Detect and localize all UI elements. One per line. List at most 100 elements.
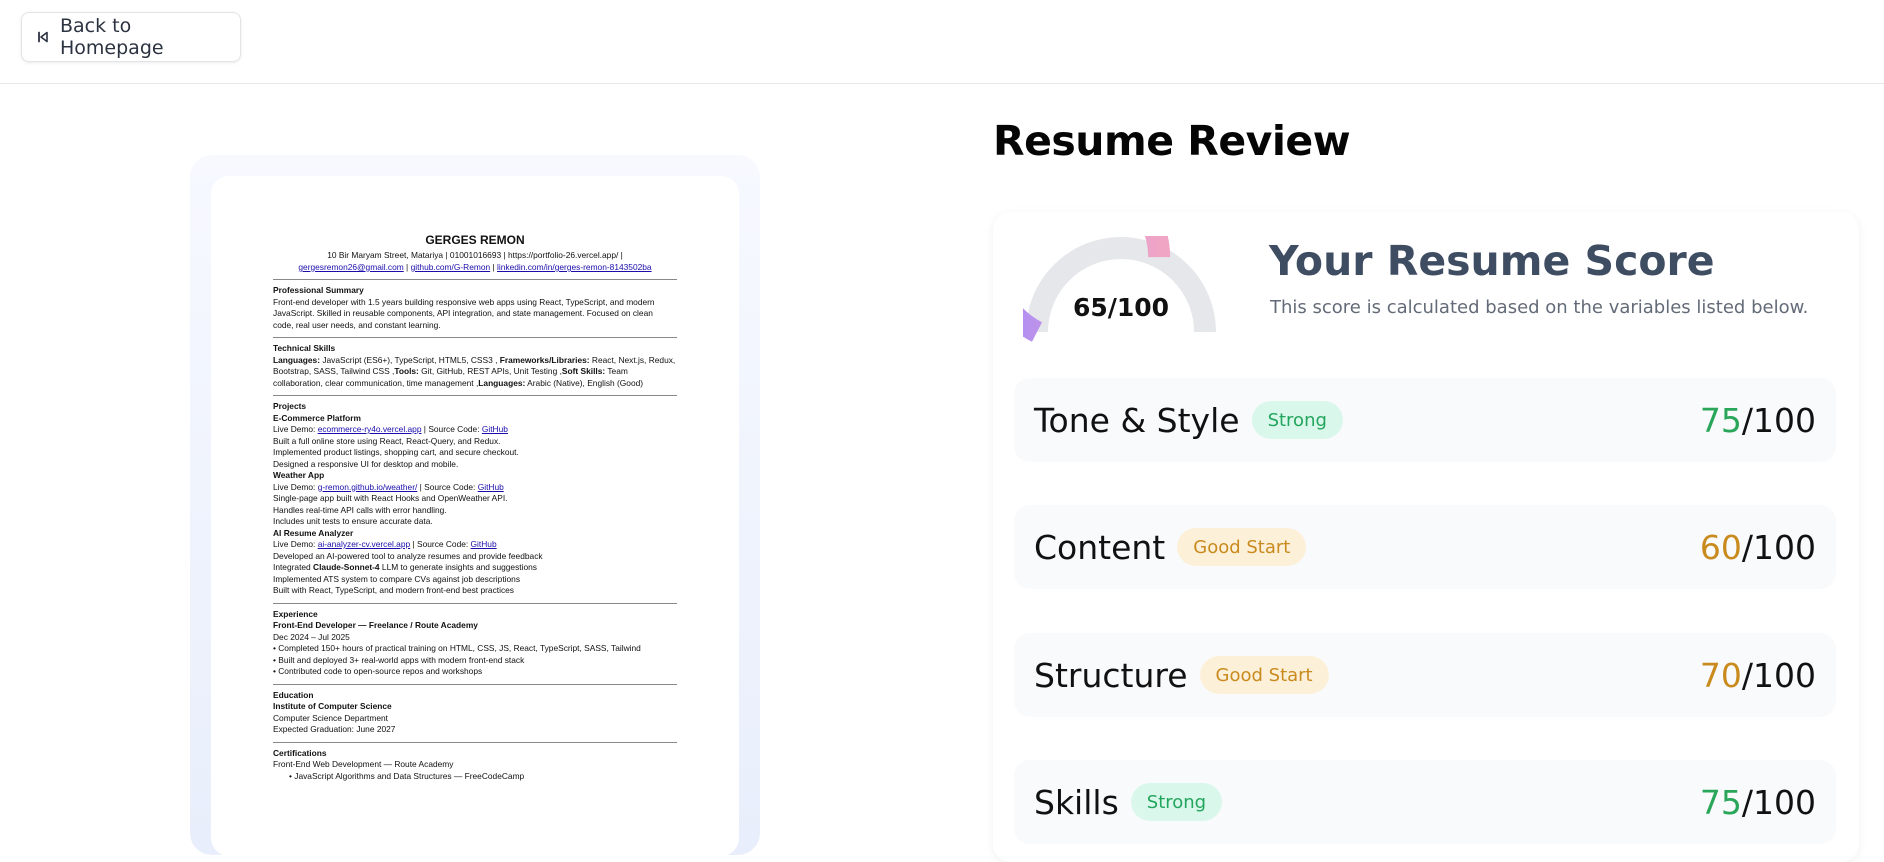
category-score-max: /100	[1741, 655, 1816, 695]
source-prefix: | Source Code:	[410, 539, 471, 549]
category-score-max: /100	[1741, 400, 1816, 440]
skills-text: React, Next.js, Redux,	[589, 354, 676, 365]
project-title: AI Resume Analyzer	[273, 527, 354, 538]
score-card: 65/100 Your Resume Score This score is c…	[980, 162, 1859, 862]
review-panel: Resume Review 65/100 Your Resume Score T…	[980, 85, 1884, 862]
category-score-value: 60	[1699, 527, 1742, 567]
skills-heading: Technical Skills	[273, 343, 336, 353]
resume-name: GERGES REMON	[425, 233, 525, 247]
experience-dates: Dec 2024 – Jul 2025	[273, 631, 350, 642]
project-title: E-Commerce Platform	[273, 412, 361, 423]
demo-prefix: Live Demo:	[273, 539, 318, 549]
back-button-label: Back to Homepage	[60, 15, 164, 59]
score-value: 65/100	[1072, 293, 1170, 322]
project-demo-link[interactable]: ecommerce-ry4o.vercel.app	[318, 424, 422, 434]
certification-bullet: • JavaScript Algorithms and Data Structu…	[289, 770, 525, 781]
category-score: 75/100	[1700, 401, 1816, 440]
project-links: Live Demo: ecommerce-ry4o.vercel.app | S…	[273, 424, 677, 436]
category-score-max: /100	[1741, 527, 1816, 567]
divider	[273, 683, 677, 685]
skills-text: Bootstrap, SASS, Tailwind CSS ,	[273, 366, 395, 376]
category-score-value: 70	[1699, 655, 1742, 695]
divider	[273, 337, 677, 338]
category-score: 70/100	[1700, 656, 1816, 695]
experience-heading: Experience	[273, 608, 318, 619]
score-subtitle: This score is calculated based on the va…	[1270, 297, 1809, 318]
resume-email-link[interactable]: gergesremon26@gmail.com	[298, 262, 403, 272]
skills-line: Bootstrap, SASS, Tailwind CSS ,Tools: Gi…	[273, 366, 677, 378]
resume-links: gergesremon26@gmail.com | github.com/G-R…	[298, 262, 652, 272]
project-links: Live Demo: ai-analyzer-cv.vercel.app | S…	[273, 539, 677, 551]
score-title: Your Resume Score	[1269, 237, 1715, 285]
project-line: Integrated Claude-Sonnet-4 LLM to genera…	[273, 562, 677, 574]
category-score-value: 75	[1699, 782, 1742, 822]
education-school: Institute of Computer Science	[273, 701, 392, 711]
education-line: Computer Science Department	[273, 712, 388, 723]
experience-line: • Completed 150+ hours of practical trai…	[273, 643, 641, 653]
project-links: Live Demo: g-remon.github.io/weather/ | …	[273, 482, 677, 494]
resume-preview-panel: GERGES REMON 10 Bir Maryam Street, Matar…	[0, 85, 950, 856]
project-demo-link[interactable]: ai-analyzer-cv.vercel.app	[318, 539, 410, 549]
source-prefix: | Source Code:	[417, 481, 478, 492]
certification-line: Front-End Web Development — Route Academ…	[273, 759, 454, 769]
project-line-bold: Claude-Sonnet-4	[313, 562, 380, 572]
project-line: Includes unit tests to ensure accurate d…	[273, 516, 433, 526]
category-row-content[interactable]: Content Good Start 60/100	[1014, 505, 1836, 589]
category-row-tone-style[interactable]: Tone & Style Strong 75/100	[1014, 378, 1836, 462]
status-badge: Good Start	[1177, 528, 1307, 566]
skills-label: Languages:	[478, 377, 526, 388]
divider	[273, 395, 677, 396]
project-line: Implemented ATS system to compare CVs ag…	[273, 573, 521, 584]
project-line: Built a full online store using React, R…	[273, 435, 501, 446]
projects-heading: Projects	[273, 401, 307, 411]
skills-text: Arabic (Native), English (Good)	[525, 377, 644, 388]
category-score-max: /100	[1741, 782, 1816, 822]
project-demo-link[interactable]: g-remon.github.io/weather/	[318, 482, 418, 492]
project-source-link[interactable]: GitHub	[471, 539, 497, 549]
skills-label: Languages:	[273, 354, 320, 365]
project-line-text: Integrated	[273, 562, 314, 572]
status-badge: Strong	[1251, 401, 1343, 439]
skills-text: JavaScript (ES6+), TypeScript, HTML5, CS…	[320, 354, 500, 365]
resume-linkedin-link[interactable]: linkedin.com/in/gerges-remon-8143502ba	[497, 262, 652, 272]
project-source-link[interactable]: GitHub	[482, 424, 508, 434]
project-line: Designed a responsive UI for desktop and…	[273, 458, 459, 469]
resume-document[interactable]: GERGES REMON 10 Bir Maryam Street, Matar…	[211, 176, 739, 856]
divider	[273, 602, 677, 604]
category-name: Content	[1034, 527, 1166, 567]
category-score-value: 75	[1699, 400, 1742, 440]
category-name: Skills	[1034, 782, 1119, 822]
category-row-structure[interactable]: Structure Good Start 70/100	[1014, 633, 1836, 717]
resume-github-link[interactable]: github.com/G-Remon	[411, 262, 491, 272]
experience-line: • Contributed code to open-source repos …	[273, 666, 483, 676]
skills-label: Tools:	[394, 366, 419, 376]
skills-line: Languages: JavaScript (ES6+), TypeScript…	[273, 355, 677, 367]
summary-line: code, real user needs, and constant lear…	[273, 319, 441, 330]
page-title: Resume Review	[993, 117, 1351, 165]
project-line-text: LLM to generate insights and suggestions	[379, 562, 537, 572]
project-title: Weather App	[273, 470, 325, 480]
project-line: Single-page app built with React Hooks a…	[273, 493, 508, 503]
category-score: 75/100	[1700, 783, 1816, 822]
top-bar: Back to Homepage	[0, 0, 1884, 84]
score-gauge: 65/100	[980, 162, 1219, 346]
back-to-homepage-button[interactable]: Back to Homepage	[21, 12, 241, 62]
project-line: Developed an AI-powered tool to analyze …	[273, 550, 543, 561]
divider	[273, 279, 677, 280]
divider	[273, 741, 677, 743]
skills-label: Frameworks/Libraries:	[499, 354, 590, 365]
summary-line: Front-end developer with 1.5 years build…	[273, 296, 655, 307]
skills-text: collaboration, clear communication, time…	[273, 377, 479, 388]
summary-line: JavaScript. Skilled in reusable componen…	[273, 308, 653, 318]
skills-line: collaboration, clear communication, time…	[273, 378, 677, 390]
skills-text: Git, GitHub, REST APIs, Unit Testing ,	[418, 366, 562, 376]
skills-text: Team	[605, 366, 628, 376]
project-line: Built with React, TypeScript, and modern…	[273, 585, 514, 595]
skills-label: Soft Skills:	[561, 366, 606, 376]
project-source-link[interactable]: GitHub	[478, 482, 504, 492]
source-prefix: | Source Code:	[421, 424, 482, 434]
status-badge: Good Start	[1199, 656, 1329, 694]
category-row-skills[interactable]: Skills Strong 75/100	[1014, 760, 1836, 844]
project-line: Handles real-time API calls with error h…	[273, 504, 447, 515]
resume-contact: 10 Bir Maryam Street, Matariya | 0100101…	[327, 250, 623, 260]
